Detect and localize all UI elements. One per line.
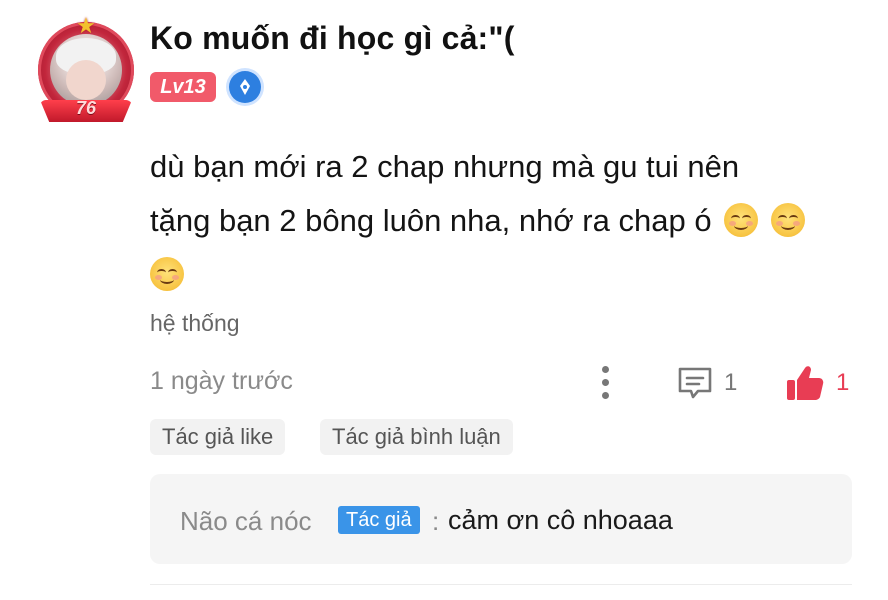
timestamp: 1 ngày trước <box>150 367 293 395</box>
avatar-frame-number: 76 <box>75 98 97 118</box>
comment-line <box>150 248 860 302</box>
comment-line: tặng bạn 2 bông luôn nha, nhớ ra chap ó <box>150 194 860 248</box>
star-icon: ★ <box>76 13 96 38</box>
smiling-face-emoji <box>770 203 805 237</box>
username[interactable]: Ko muốn đi học gì cả:"( <box>150 20 515 57</box>
reply-text: cảm ơn cô nhoaaa <box>448 505 673 535</box>
reply-author[interactable]: Não cá nóc <box>180 506 312 537</box>
like-count: 1 <box>836 369 850 396</box>
pen-nib-badge-icon <box>229 71 261 103</box>
reply-count: 1 <box>724 369 738 396</box>
level-badge: Lv13 <box>150 72 216 102</box>
smiling-face-emoji <box>724 203 759 237</box>
comment-body: dù bạn mới ra 2 chap nhưng mà gu tui nên… <box>150 140 860 302</box>
system-tag: hệ thống <box>150 310 240 336</box>
comment-reply-icon[interactable] <box>676 364 714 402</box>
avatar[interactable]: ★ 76 <box>34 14 138 126</box>
comment-line: dù bạn mới ra 2 chap nhưng mà gu tui nên <box>150 149 740 184</box>
divider <box>150 584 852 585</box>
author-reply-box[interactable]: Não cá nóc Tác giả : cảm ơn cô nhoaaa <box>150 474 852 564</box>
author-tag-badge: Tác giả <box>338 506 420 534</box>
author-reply-chip: Tác giả bình luận <box>320 419 513 455</box>
reply-separator: : <box>432 506 440 536</box>
smiling-face-emoji <box>150 257 184 291</box>
more-options-icon[interactable] <box>592 364 620 402</box>
author-like-chip: Tác giả like <box>150 419 286 455</box>
thumbs-up-icon[interactable] <box>784 362 826 404</box>
